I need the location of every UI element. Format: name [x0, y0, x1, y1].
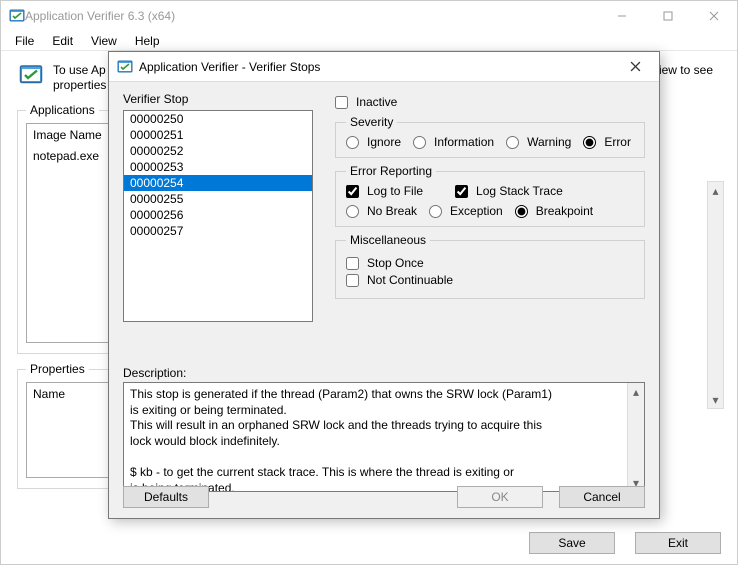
menu-edit[interactable]: Edit	[44, 32, 81, 50]
severity-ignore-label: Ignore	[367, 135, 401, 149]
menu-view[interactable]: View	[83, 32, 125, 50]
dialog-app-icon	[117, 59, 133, 75]
stop-option[interactable]: 00000256	[124, 207, 312, 223]
stop-once-checkbox[interactable]	[346, 257, 359, 270]
ok-button[interactable]: OK	[457, 486, 543, 508]
dialog-title: Application Verifier - Verifier Stops	[139, 60, 320, 74]
description-text: This stop is generated if the thread (Pa…	[124, 383, 627, 491]
dialog-titlebar: Application Verifier - Verifier Stops	[109, 52, 659, 82]
severity-information-label: Information	[434, 135, 494, 149]
miscellaneous-group: Miscellaneous Stop Once Not Continuable	[335, 233, 645, 299]
stop-option-selected[interactable]: 00000254	[124, 175, 312, 191]
menubar: File Edit View Help	[1, 31, 737, 51]
severity-group: Severity Ignore Information Warning Erro…	[335, 115, 645, 158]
no-break-radio[interactable]	[346, 205, 359, 218]
maximize-button[interactable]	[645, 1, 691, 31]
no-break-label: No Break	[367, 204, 417, 218]
save-button[interactable]: Save	[529, 532, 615, 554]
exception-label: Exception	[450, 204, 503, 218]
properties-header: Name	[33, 387, 65, 401]
inactive-checkbox[interactable]	[335, 96, 348, 109]
close-icon	[630, 61, 641, 72]
description-scrollbar[interactable]: ▴ ▾	[627, 383, 644, 491]
scroll-down-icon[interactable]: ▾	[708, 391, 723, 408]
log-to-file-label: Log to File	[367, 184, 423, 198]
severity-error-label: Error	[604, 135, 631, 149]
miscellaneous-legend: Miscellaneous	[346, 233, 430, 247]
close-button[interactable]	[691, 1, 737, 31]
cancel-button[interactable]: Cancel	[559, 486, 645, 508]
exception-radio[interactable]	[429, 205, 442, 218]
not-continuable-checkbox[interactable]	[346, 274, 359, 287]
stop-option[interactable]: 00000251	[124, 127, 312, 143]
severity-warning-radio[interactable]	[506, 136, 519, 149]
minimize-button[interactable]	[599, 1, 645, 31]
scroll-up-icon[interactable]: ▴	[708, 182, 723, 199]
not-continuable-label: Not Continuable	[367, 273, 453, 287]
app-icon	[9, 8, 25, 24]
verifier-stops-dialog: Application Verifier - Verifier Stops Ve…	[108, 51, 660, 519]
menu-file[interactable]: File	[7, 32, 42, 50]
stop-option[interactable]: 00000250	[124, 111, 312, 127]
properties-legend: Properties	[26, 362, 89, 376]
severity-error-radio[interactable]	[583, 136, 596, 149]
stop-once-label: Stop Once	[367, 256, 424, 270]
severity-ignore-radio[interactable]	[346, 136, 359, 149]
scroll-up-icon[interactable]: ▴	[628, 383, 644, 400]
info-text-line2: properties	[53, 78, 106, 92]
stop-option[interactable]: 00000253	[124, 159, 312, 175]
applications-legend: Applications	[26, 103, 99, 117]
severity-information-radio[interactable]	[413, 136, 426, 149]
dialog-close-button[interactable]	[613, 53, 657, 81]
menu-help[interactable]: Help	[127, 32, 168, 50]
defaults-button[interactable]: Defaults	[123, 486, 209, 508]
log-stack-trace-checkbox[interactable]	[455, 185, 468, 198]
stop-option[interactable]: 00000257	[124, 223, 312, 239]
breakpoint-radio[interactable]	[515, 205, 528, 218]
description-label: Description:	[123, 366, 186, 380]
log-to-file-checkbox[interactable]	[346, 185, 359, 198]
stop-option[interactable]: 00000252	[124, 143, 312, 159]
info-text-line1: To use Ap	[53, 63, 106, 77]
breakpoint-label: Breakpoint	[536, 204, 593, 218]
info-app-icon	[19, 63, 43, 87]
verifier-stop-list[interactable]: 00000250 00000251 00000252 00000253 0000…	[123, 110, 313, 322]
stop-option[interactable]: 00000255	[124, 191, 312, 207]
tests-scrollbar[interactable]: ▴ ▾	[707, 181, 727, 409]
error-reporting-legend: Error Reporting	[346, 164, 436, 178]
main-title: Application Verifier 6.3 (x64)	[25, 9, 175, 23]
severity-warning-label: Warning	[527, 135, 571, 149]
description-box[interactable]: This stop is generated if the thread (Pa…	[123, 382, 645, 492]
log-stack-trace-label: Log Stack Trace	[476, 184, 563, 198]
severity-legend: Severity	[346, 115, 397, 129]
exit-button[interactable]: Exit	[635, 532, 721, 554]
error-reporting-group: Error Reporting Log to File Log Stack Tr…	[335, 164, 645, 227]
main-titlebar: Application Verifier 6.3 (x64)	[1, 1, 737, 31]
inactive-label: Inactive	[356, 95, 397, 109]
